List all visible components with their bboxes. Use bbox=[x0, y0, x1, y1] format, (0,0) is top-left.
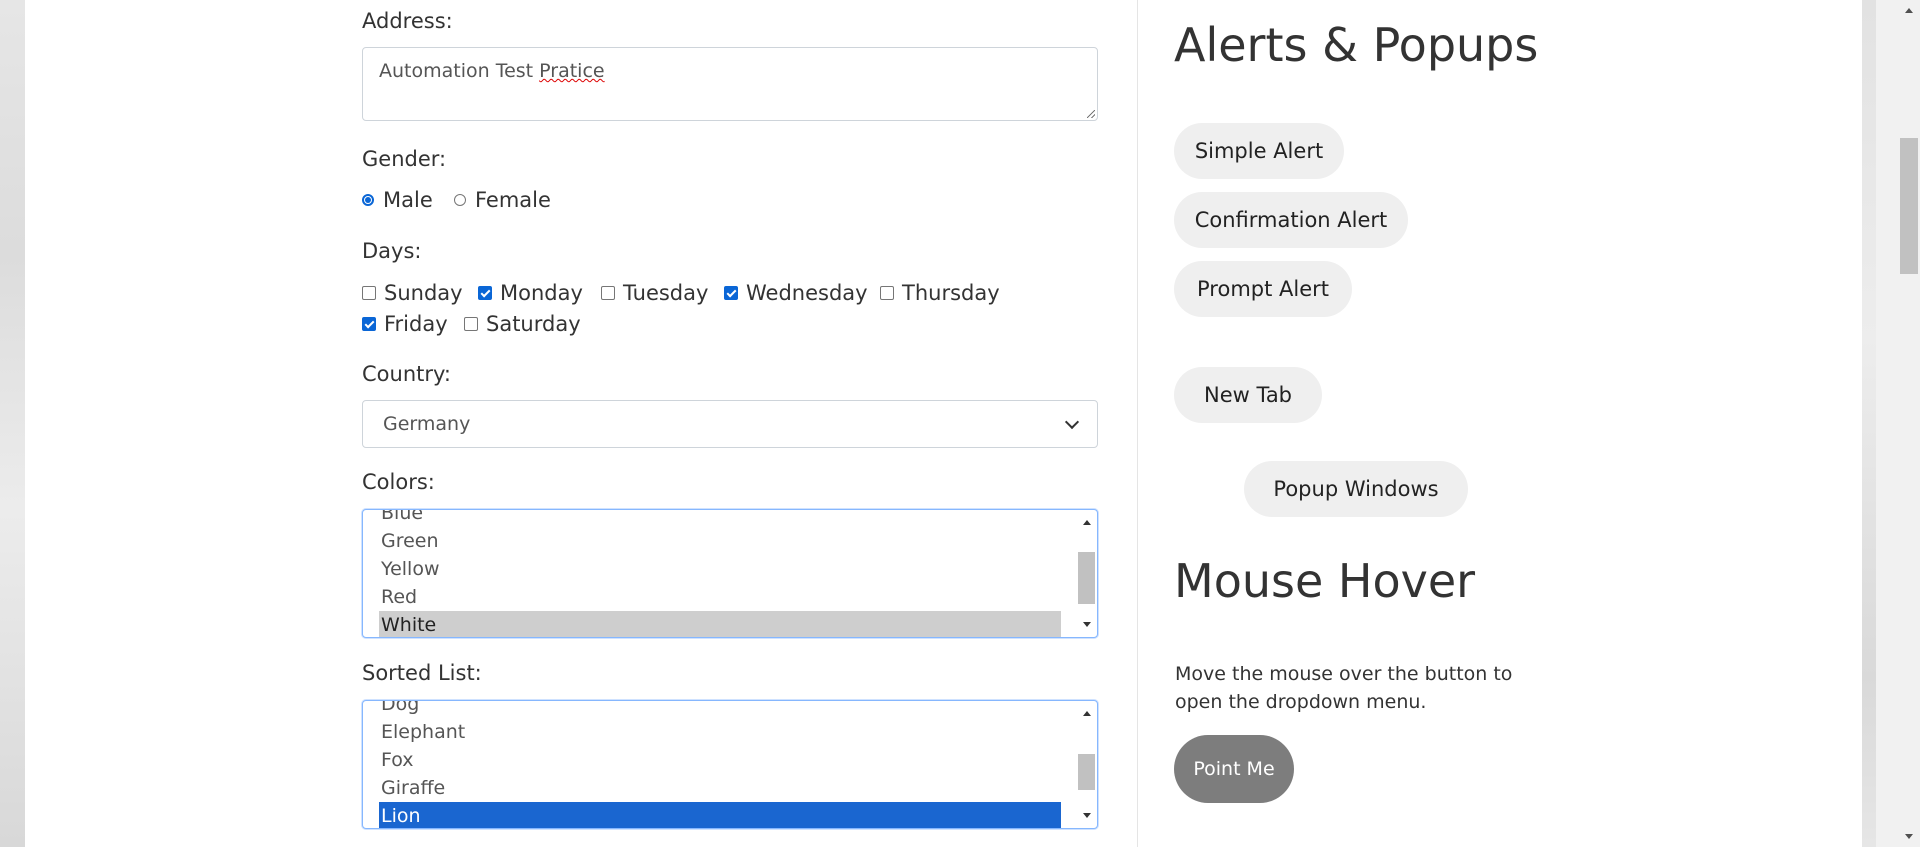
day-label: Tuesday bbox=[623, 281, 709, 305]
scroll-down-arrow-icon[interactable] bbox=[1083, 813, 1091, 818]
checkbox-friday[interactable] bbox=[362, 317, 376, 331]
list-item[interactable]: Dog bbox=[379, 701, 1061, 718]
day-option-saturday[interactable]: Saturday bbox=[464, 312, 581, 336]
checkbox-sunday[interactable] bbox=[362, 286, 376, 300]
address-textarea[interactable]: Automation Test Pratice bbox=[362, 47, 1098, 121]
page-background-left bbox=[0, 0, 25, 847]
day-label: Wednesday bbox=[746, 281, 868, 305]
radio-male[interactable] bbox=[362, 194, 374, 206]
sorted-list-label: Sorted List: bbox=[362, 661, 482, 685]
list-item[interactable]: Green bbox=[379, 527, 1061, 555]
day-option-tuesday[interactable]: Tuesday bbox=[601, 281, 708, 305]
day-option-thursday[interactable]: Thursday bbox=[880, 281, 1000, 305]
checkbox-monday[interactable] bbox=[478, 286, 492, 300]
day-option-monday[interactable]: Monday bbox=[478, 281, 583, 305]
prompt-alert-button[interactable]: Prompt Alert bbox=[1174, 261, 1352, 317]
scroll-down-arrow-icon[interactable] bbox=[1083, 622, 1091, 627]
scroll-up-arrow-icon[interactable] bbox=[1083, 520, 1091, 525]
scroll-down-arrow-icon[interactable] bbox=[1905, 834, 1913, 839]
gender-option-male[interactable]: Male bbox=[362, 188, 433, 212]
country-select[interactable]: Germany bbox=[362, 400, 1098, 448]
new-tab-button[interactable]: New Tab bbox=[1174, 367, 1322, 423]
alerts-heading: Alerts & Popups bbox=[1174, 18, 1539, 72]
list-item-selected[interactable]: White bbox=[379, 611, 1061, 637]
day-label: Sunday bbox=[384, 281, 463, 305]
scroll-up-arrow-icon[interactable] bbox=[1905, 8, 1913, 13]
gender-male-label: Male bbox=[383, 188, 433, 212]
address-text-misspelled: Pratice bbox=[539, 60, 605, 82]
list-item-selected[interactable]: Lion bbox=[379, 802, 1061, 828]
scrollbar-thumb[interactable] bbox=[1078, 552, 1095, 604]
colors-scrollbar[interactable] bbox=[1078, 512, 1095, 635]
list-item[interactable]: Elephant bbox=[379, 718, 1061, 746]
day-label: Monday bbox=[500, 281, 583, 305]
chevron-down-icon bbox=[1064, 414, 1080, 429]
day-label: Saturday bbox=[486, 312, 581, 336]
day-option-friday[interactable]: Friday bbox=[362, 312, 448, 336]
sorted-listbox[interactable]: Dog Elephant Fox Giraffe Lion bbox=[362, 700, 1098, 829]
sorted-scrollbar[interactable] bbox=[1078, 703, 1095, 826]
checkbox-wednesday[interactable] bbox=[724, 286, 738, 300]
day-option-wednesday[interactable]: Wednesday bbox=[724, 281, 868, 305]
day-label: Thursday bbox=[902, 281, 1000, 305]
page-scrollbar-thumb[interactable] bbox=[1900, 138, 1918, 274]
scrollbar-thumb[interactable] bbox=[1078, 754, 1095, 790]
confirmation-alert-button[interactable]: Confirmation Alert bbox=[1174, 192, 1408, 248]
address-label: Address: bbox=[362, 9, 453, 33]
country-selected-value: Germany bbox=[383, 413, 471, 435]
checkbox-tuesday[interactable] bbox=[601, 286, 615, 300]
address-text: Automation Test bbox=[379, 60, 540, 82]
list-item[interactable]: Blue bbox=[379, 510, 1061, 527]
simple-alert-button[interactable]: Simple Alert bbox=[1174, 123, 1344, 179]
resize-grip-icon[interactable] bbox=[1087, 110, 1095, 118]
radio-female[interactable] bbox=[454, 194, 466, 206]
page-background-right bbox=[1862, 0, 1876, 847]
gender-option-female[interactable]: Female bbox=[454, 188, 551, 212]
checkbox-thursday[interactable] bbox=[880, 286, 894, 300]
colors-label: Colors: bbox=[362, 470, 435, 494]
popup-windows-button[interactable]: Popup Windows bbox=[1244, 461, 1468, 517]
gender-female-label: Female bbox=[475, 188, 551, 212]
gender-label: Gender: bbox=[362, 147, 447, 171]
list-item[interactable]: Red bbox=[379, 583, 1061, 611]
point-me-button[interactable]: Point Me bbox=[1174, 735, 1294, 803]
mouse-hover-heading: Mouse Hover bbox=[1174, 554, 1476, 608]
colors-listbox[interactable]: Blue Green Yellow Red White bbox=[362, 509, 1098, 638]
page-scrollbar[interactable] bbox=[1876, 0, 1920, 847]
column-divider bbox=[1137, 0, 1138, 847]
country-label: Country: bbox=[362, 362, 451, 386]
day-option-sunday[interactable]: Sunday bbox=[362, 281, 463, 305]
list-item[interactable]: Giraffe bbox=[379, 774, 1061, 802]
scroll-up-arrow-icon[interactable] bbox=[1083, 711, 1091, 716]
checkbox-saturday[interactable] bbox=[464, 317, 478, 331]
list-item[interactable]: Fox bbox=[379, 746, 1061, 774]
day-label: Friday bbox=[384, 312, 448, 336]
list-item[interactable]: Yellow bbox=[379, 555, 1061, 583]
days-label: Days: bbox=[362, 239, 422, 263]
mouse-hover-description: Move the mouse over the button to open t… bbox=[1175, 663, 1513, 713]
